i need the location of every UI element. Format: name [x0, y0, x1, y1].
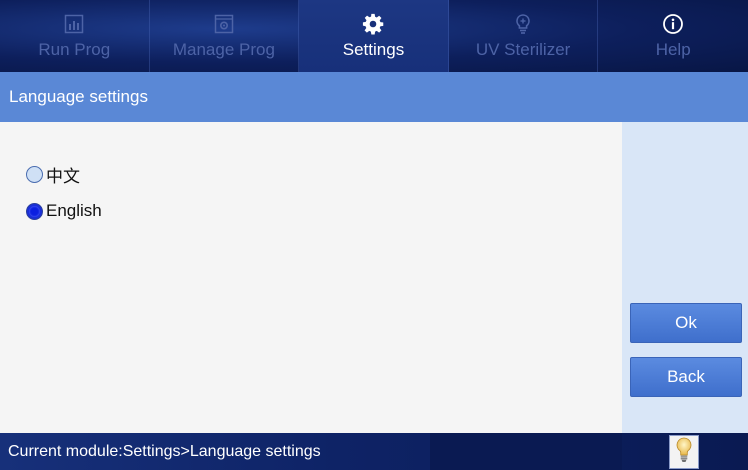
gear-document-icon	[212, 12, 236, 36]
language-option-chinese[interactable]: 中文	[26, 162, 80, 187]
top-navigation: Run Prog Manage Prog Settings UV Sterili…	[0, 0, 748, 72]
tab-manage-prog[interactable]: Manage Prog	[150, 0, 300, 72]
section-header: Language settings	[0, 72, 748, 122]
bar-chart-icon	[62, 12, 86, 36]
language-option-english[interactable]: English	[26, 201, 102, 221]
tab-run-prog[interactable]: Run Prog	[0, 0, 150, 72]
tab-manage-prog-label: Manage Prog	[172, 40, 275, 59]
tab-help-label: Help	[655, 40, 691, 59]
tab-settings[interactable]: Settings	[299, 0, 449, 72]
language-options-panel: 中文 English	[0, 122, 622, 433]
ok-button[interactable]: Ok	[630, 303, 742, 343]
tab-uv-sterilizer[interactable]: UV Sterilizer	[449, 0, 599, 72]
uv-bulb-icon	[511, 12, 535, 36]
language-option-label: 中文	[46, 167, 80, 186]
tab-help[interactable]: Help	[598, 0, 748, 72]
status-bar: Current module:Settings>Language setting…	[0, 433, 748, 470]
radio-english[interactable]	[26, 202, 43, 220]
lightbulb-button[interactable]	[669, 435, 699, 469]
page-title: Language settings	[9, 87, 148, 106]
tab-uv-sterilizer-label: UV Sterilizer	[475, 40, 571, 59]
language-option-label: English	[46, 201, 102, 220]
lightbulb-icon	[676, 437, 692, 468]
tab-settings-label: Settings	[342, 40, 405, 59]
gear-icon	[361, 12, 385, 36]
tab-run-prog-label: Run Prog	[38, 40, 111, 59]
status-bar-spacer	[430, 433, 622, 470]
back-button[interactable]: Back	[630, 357, 742, 397]
info-icon	[661, 12, 685, 36]
current-module-text: Current module:Settings>Language setting…	[8, 442, 321, 460]
radio-chinese[interactable]	[26, 166, 43, 183]
action-panel: Ok Back	[622, 122, 748, 433]
